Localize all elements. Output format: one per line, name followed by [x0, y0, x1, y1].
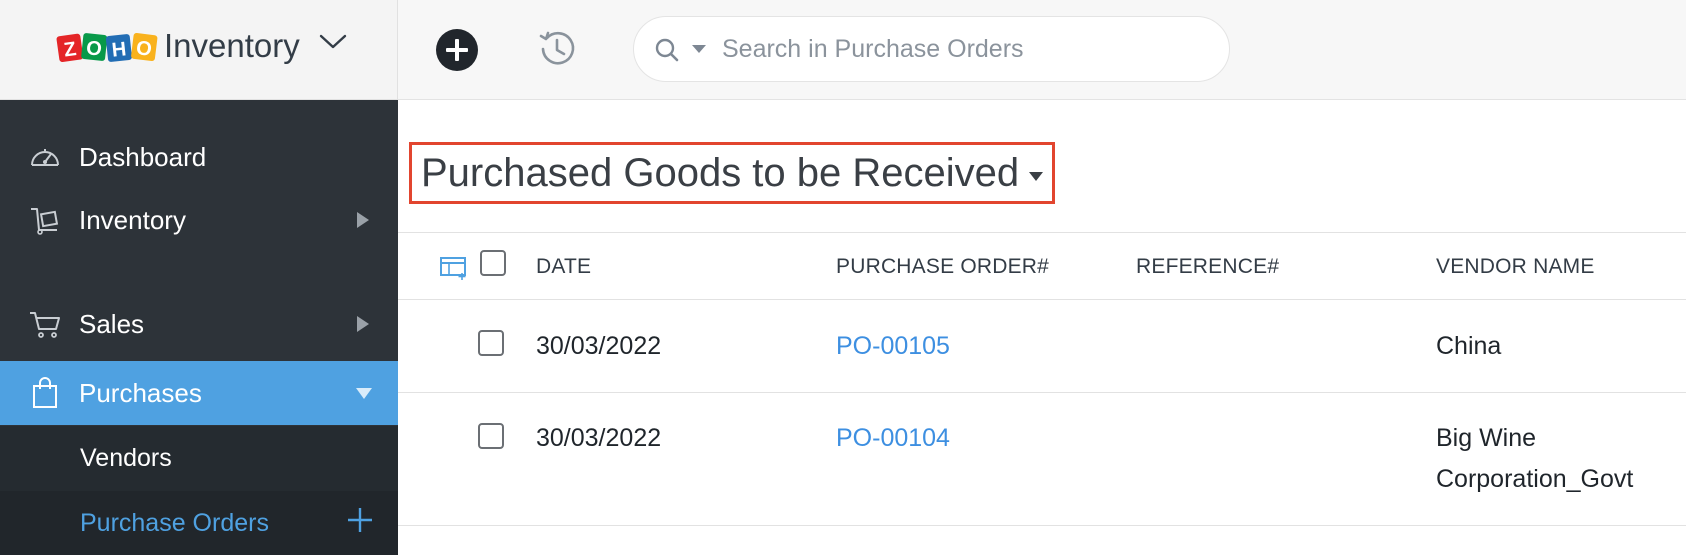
column-header-reference[interactable]: REFERENCE# [1136, 255, 1279, 279]
sidebar-item-inventory[interactable]: Inventory [0, 188, 398, 252]
collapse-arrow-icon [356, 388, 372, 399]
column-header-purchase-order[interactable]: PURCHASE ORDER# [836, 255, 1049, 279]
expand-arrow-icon [357, 212, 369, 228]
search-input[interactable] [722, 31, 1202, 67]
customize-columns-icon[interactable] [440, 255, 468, 281]
cell-purchase-order-link[interactable]: PO-00104 [836, 418, 950, 458]
logo-letter-o: O [85, 37, 103, 61]
cart-icon [30, 312, 60, 338]
row-checkbox[interactable] [478, 423, 504, 449]
column-header-vendor-name[interactable]: VENDOR NAME [1436, 255, 1595, 279]
sidebar-subitem-purchase-orders[interactable]: Purchase Orders [0, 491, 398, 555]
plus-icon[interactable] [345, 505, 375, 535]
caret-down-icon [1029, 171, 1044, 181]
cell-purchase-order-link[interactable]: PO-00105 [836, 326, 950, 366]
sidebar-item-purchases[interactable]: Purchases [0, 361, 398, 425]
app-name: Inventory [164, 27, 300, 64]
top-bar [398, 0, 1686, 100]
sidebar-item-label: Sales [79, 309, 145, 339]
sidebar-subitem-label: Purchase Orders [80, 509, 269, 537]
main-content: Purchased Goods to be Received DATE PURC… [398, 100, 1686, 544]
cell-date: 30/03/2022 [536, 424, 662, 452]
purchases-submenu: Vendors Purchase Orders [0, 426, 398, 555]
sidebar: Z O H O Inventory Dashboard Inventory Sa… [0, 0, 398, 555]
search-filter-dropdown-icon[interactable] [692, 45, 706, 53]
dashboard-icon [31, 149, 59, 166]
chevron-down-icon[interactable] [319, 33, 347, 51]
history-icon[interactable] [535, 27, 579, 71]
zoho-logo: Z O H O [56, 32, 158, 63]
table-row[interactable]: 30/03/2022 PO-00105 China [398, 300, 1686, 393]
view-selector[interactable]: Purchased Goods to be Received [409, 142, 1056, 204]
search-box[interactable] [633, 16, 1230, 82]
table-header: DATE PURCHASE ORDER# REFERENCE# VENDOR N… [398, 232, 1686, 300]
logo-letter-o2: O [135, 37, 153, 61]
quick-create-button[interactable] [436, 29, 478, 71]
sidebar-item-label: Purchases [79, 378, 202, 408]
sidebar-item-label: Dashboard [79, 142, 207, 172]
brand-header[interactable]: Z O H O Inventory [0, 0, 398, 100]
sidebar-item-dashboard[interactable]: Dashboard [0, 125, 398, 189]
page-title: Purchased Goods to be Received [421, 151, 1020, 195]
cell-vendor-name-line1: Big Wine [1436, 424, 1537, 452]
cell-vendor-name-line2: Corporation_Govt [1436, 465, 1634, 493]
cell-vendor-name: China [1436, 332, 1502, 360]
expand-arrow-icon [357, 316, 369, 332]
sidebar-item-label: Inventory [79, 205, 186, 235]
table-row[interactable]: 30/03/2022 PO-00104 Big Wine Corporation… [398, 393, 1686, 526]
shopping-bag-icon [33, 377, 57, 408]
select-all-checkbox[interactable] [480, 250, 506, 276]
sidebar-item-sales[interactable]: Sales [0, 292, 398, 356]
sidebar-subitem-vendors[interactable]: Vendors [0, 426, 398, 490]
logo-letter-h: H [111, 38, 128, 61]
cell-date: 30/03/2022 [536, 332, 662, 360]
sidebar-subitem-label: Vendors [80, 444, 172, 472]
row-checkbox[interactable] [478, 330, 504, 356]
inventory-icon [31, 208, 59, 235]
search-icon [655, 38, 679, 62]
column-header-date[interactable]: DATE [536, 255, 591, 279]
